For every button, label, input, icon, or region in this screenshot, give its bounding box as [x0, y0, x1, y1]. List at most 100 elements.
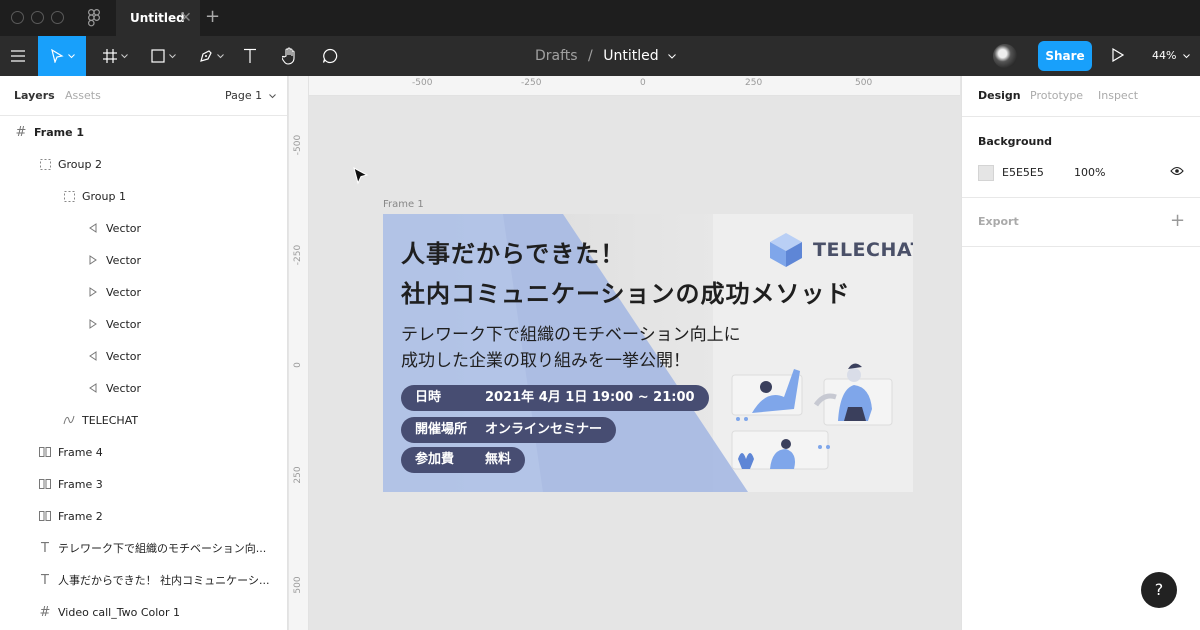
mouse-cursor-icon [353, 167, 369, 185]
new-tab-icon[interactable]: + [205, 8, 220, 26]
layers-panel: Layers Assets Page 1 # Frame 1 Group 2 G… [0, 76, 288, 630]
layer-row[interactable]: Vector [0, 244, 288, 276]
layer-name: テレワーク下で組織のモチベーション向... [58, 542, 267, 555]
toolbar: Drafts / Untitled [0, 36, 1200, 76]
pen-tool-button[interactable] [188, 36, 234, 76]
vertical-ruler: -500 -250 0 250 500 [289, 76, 309, 630]
breadcrumb-drafts[interactable]: Drafts [535, 48, 578, 64]
layer-row[interactable]: Group 1 [0, 180, 288, 212]
tab-prototype[interactable]: Prototype [1030, 89, 1083, 102]
columns-icon [34, 479, 56, 489]
layer-row[interactable]: Group 2 [0, 148, 288, 180]
share-button[interactable]: Share [1038, 41, 1092, 71]
layer-row[interactable]: Vector [0, 212, 288, 244]
hand-tool-button[interactable] [276, 36, 304, 76]
tab-assets[interactable]: Assets [65, 89, 101, 102]
layer-row[interactable]: Frame 3 [0, 468, 288, 500]
frame-label[interactable]: Frame 1 [383, 199, 424, 210]
layer-row[interactable]: Vector [0, 276, 288, 308]
ruler-tick-label: -500 [293, 134, 303, 156]
page-selector[interactable]: Page 1 [225, 89, 276, 102]
file-tab-label: Untitled [130, 11, 185, 25]
headline-line-1: 人事だからできた！ [401, 240, 626, 268]
panel-divider [962, 246, 1200, 247]
horizontal-ruler: -500 -250 0 250 500 [309, 76, 960, 96]
panel-divider [962, 116, 1200, 117]
properties-panel: Design Prototype Inspect Background E5E5… [961, 76, 1200, 630]
tab-inspect[interactable]: Inspect [1098, 89, 1138, 102]
chevron-down-icon [67, 53, 75, 58]
close-window-button[interactable] [11, 11, 24, 24]
frame-tool-button[interactable] [92, 36, 138, 76]
frame-icon [102, 49, 117, 63]
layer-row[interactable]: T テレワーク下で組織のモチベーション向... [0, 532, 288, 564]
layer-row[interactable]: Frame 4 [0, 436, 288, 468]
add-export-icon[interactable]: + [1170, 210, 1185, 231]
eye-visibility-icon[interactable] [1170, 166, 1184, 176]
pill-value: オンラインセミナー [485, 422, 603, 437]
background-opacity-input[interactable]: 100% [1074, 166, 1105, 179]
layer-name: Vector [106, 285, 142, 299]
maximize-window-button[interactable] [51, 11, 64, 24]
tab-layers[interactable]: Layers [14, 89, 55, 102]
shape-tool-button[interactable] [140, 36, 186, 76]
user-avatar[interactable] [993, 44, 1017, 68]
ruler-tick-label: 500 [855, 78, 873, 88]
ruler-tick-label: 0 [293, 362, 303, 368]
left-panel-tabs: Layers Assets Page 1 [0, 76, 287, 116]
text-icon [244, 48, 256, 63]
info-pill-fee: 参加費 無料 [401, 447, 526, 473]
ruler-tick-label: 250 [293, 466, 303, 484]
minimize-window-button[interactable] [31, 11, 44, 24]
help-button[interactable]: ? [1141, 572, 1177, 608]
background-section-title: Background [978, 135, 1053, 148]
video-call-illustration [731, 363, 893, 470]
canvas[interactable]: -500 -250 0 250 500 -500 -250 0 250 500 … [289, 76, 960, 630]
layer-name: Video call_Two Color 1 [58, 605, 181, 619]
chevron-down-icon [120, 53, 128, 58]
main-menu-icon[interactable] [0, 36, 36, 76]
frame-icon: # [15, 124, 27, 140]
breadcrumb-separator: / [588, 48, 593, 64]
subheadline-line-1: テレワーク下で組織のモチベーション向上に [401, 325, 741, 345]
pill-key: 日時 [415, 390, 442, 405]
background-color-swatch[interactable] [978, 165, 994, 181]
layer-name: Vector [106, 317, 142, 331]
layer-name: Frame 1 [34, 125, 85, 139]
layer-row[interactable]: Vector [0, 372, 288, 404]
ruler-tick-label: 0 [640, 78, 646, 88]
cube-logo-icon [770, 233, 802, 267]
layer-row[interactable]: Vector [0, 340, 288, 372]
layer-row[interactable]: TELECHAT [0, 404, 288, 436]
ruler-tick-label: 250 [745, 78, 763, 88]
background-hex-input[interactable]: E5E5E5 [1002, 166, 1044, 179]
text-tool-button[interactable] [236, 36, 264, 76]
export-section-title[interactable]: Export [978, 215, 1019, 228]
pill-key: 開催場所 [415, 422, 468, 437]
comment-icon [322, 48, 338, 64]
layer-row[interactable]: # Frame 1 [0, 116, 288, 148]
layer-row[interactable]: # Video call_Two Color 1 [0, 596, 288, 628]
tab-design[interactable]: Design [978, 89, 1021, 102]
figma-logo-icon[interactable] [88, 9, 101, 30]
layer-row[interactable]: Vector [0, 308, 288, 340]
ruler-tick-label: -250 [293, 244, 303, 266]
chevron-down-icon[interactable] [668, 53, 676, 59]
columns-icon [34, 511, 56, 521]
pill-key: 参加費 [415, 452, 455, 467]
pill-value: 無料 [485, 452, 512, 467]
brand-name: TELECHAT [813, 239, 913, 261]
page-selector-label: Page 1 [225, 89, 263, 102]
frame-banner[interactable]: 人事だからできた！ 社内コミュニケーションの成功メソッド テレワーク下で組織のモ… [383, 214, 913, 492]
present-play-icon[interactable] [1112, 47, 1125, 65]
layer-name: Frame 3 [58, 477, 103, 491]
close-tab-icon[interactable]: ✕ [180, 9, 192, 27]
move-tool-button[interactable] [38, 36, 86, 76]
ruler-tick-label: 500 [293, 576, 303, 594]
panel-divider [962, 197, 1200, 198]
comment-tool-button[interactable] [316, 36, 344, 76]
zoom-control[interactable]: 44% [1152, 36, 1190, 76]
layer-row[interactable]: Frame 2 [0, 500, 288, 532]
file-name-title[interactable]: Untitled [603, 48, 658, 64]
layer-row[interactable]: T 人事だからできた！ 社内コミュニケーシ... [0, 564, 288, 596]
